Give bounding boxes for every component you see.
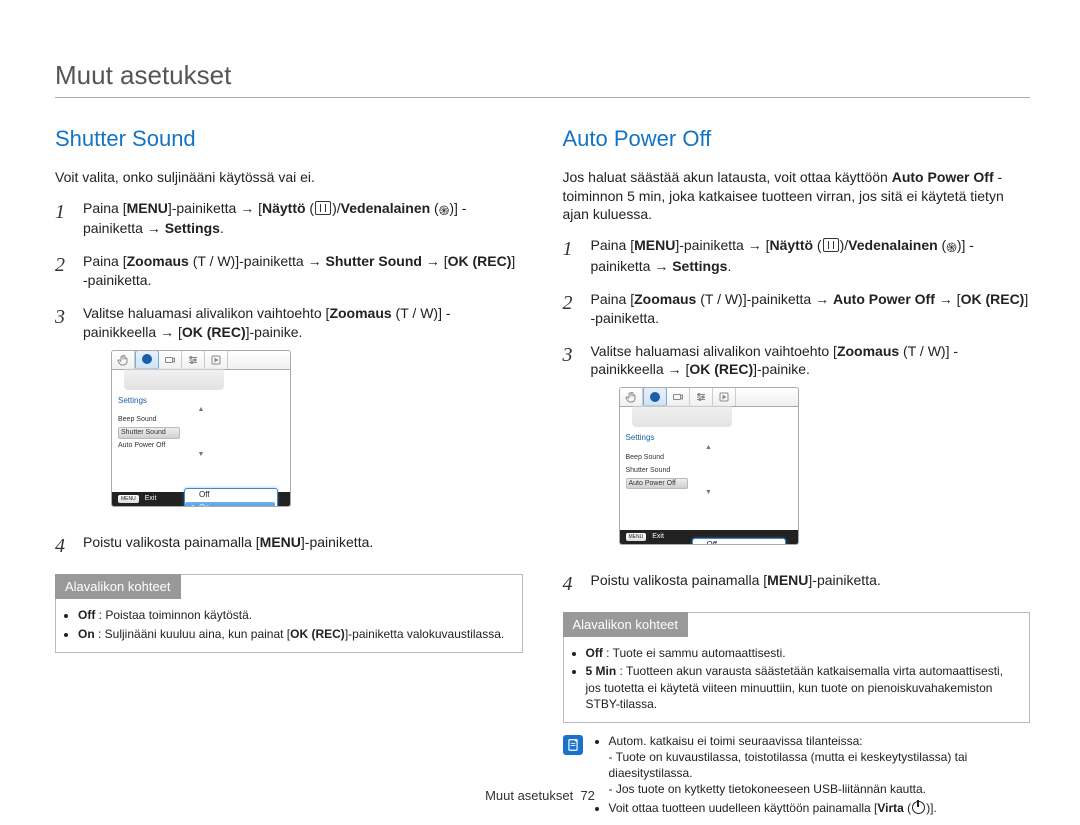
note-block: Autom. katkaisu ei toimi seuraavissa til…: [563, 733, 1031, 818]
shot-row-auto-power-off: Auto Power Off: [626, 478, 688, 489]
left-step-2: Paina [Zoomaus (T / W)]-painiketta → Shu…: [55, 252, 523, 290]
shot-tab-play-icon: [713, 388, 736, 406]
display-icon: [315, 201, 331, 215]
page-title: Muut asetukset: [55, 60, 1030, 91]
shot-menu-tag: MENU: [626, 533, 647, 541]
shot-menu-tag: MENU: [118, 495, 139, 503]
shot-exit-label: Exit: [145, 494, 157, 503]
shot-tab-hand-icon: [112, 351, 135, 369]
title-rule: [55, 97, 1030, 98]
page-footer: Muut asetukset 72: [0, 788, 1080, 803]
heading-shutter-sound: Shutter Sound: [55, 124, 523, 154]
intro-apo: Jos haluat säästää akun latausta, voit o…: [563, 168, 1031, 225]
shot-settings-label: Settings: [626, 431, 792, 445]
shot-option-popup: Off ✔5 Min▸: [692, 538, 786, 544]
shot-tab-slider-icon: [182, 351, 205, 369]
col-shutter-sound: Shutter Sound Voit valita, onko suljinää…: [55, 116, 523, 818]
shot-exit-label: Exit: [652, 532, 664, 541]
shot-down-arrow-icon: ▼: [626, 490, 792, 496]
shot-option-on: ✔On▸: [185, 502, 275, 506]
underwater-icon: ֍: [439, 202, 450, 220]
right-ui-screenshot: Settings ▲ Beep Sound Shutter Sound Auto…: [619, 387, 799, 544]
underwater-icon: ֍: [946, 239, 957, 257]
shot-row-shutter-sound: Shutter Sound: [118, 427, 180, 438]
heading-auto-power-off: Auto Power Off: [563, 124, 1031, 154]
submenu-heading: Alavalikon kohteet: [563, 612, 689, 638]
chevron-right-icon: ▸: [267, 503, 271, 506]
shot-tab-play-icon: [205, 351, 228, 369]
right-submenu-box: Alavalikon kohteet Off : Tuote ei sammu …: [563, 612, 1031, 723]
right-step-4: Poistu valikosta painamalla [MENU]-paini…: [563, 571, 1031, 598]
shot-settings-label: Settings: [118, 394, 284, 408]
shot-tab-hand-icon: [620, 388, 643, 406]
right-step-2: Paina [Zoomaus (T / W)]-painiketta → Aut…: [563, 290, 1031, 328]
submenu-heading: Alavalikon kohteet: [55, 574, 181, 600]
left-sub-off: Off : Poistaa toiminnon käytöstä.: [78, 607, 512, 623]
shot-tab-camera-icon: [159, 351, 182, 369]
left-sub-on: On : Suljinääni kuuluu aina, kun painat …: [78, 626, 512, 642]
shot-tab-slider-icon: [690, 388, 713, 406]
shot-tab-camera-icon: [667, 388, 690, 406]
shot-tab-globe-icon: [135, 350, 159, 369]
shot-tab-globe-icon: [643, 387, 667, 406]
right-step-3: Valitse haluamasi alivalikon vaihtoehto …: [563, 342, 1031, 557]
right-sub-5min: 5 Min : Tuotteen akun varausta säästetää…: [586, 663, 1020, 712]
left-step-3: Valitse haluamasi alivalikon vaihtoehto …: [55, 304, 523, 519]
col-auto-power-off: Auto Power Off Jos haluat säästää akun l…: [563, 116, 1031, 818]
left-ui-screenshot: Settings ▲ Beep Sound Shutter Sound Auto…: [111, 350, 291, 507]
left-submenu-box: Alavalikon kohteet Off : Poistaa toiminn…: [55, 574, 523, 653]
note-icon: [563, 735, 583, 755]
check-icon: ✔: [188, 503, 195, 506]
right-step-1: Paina [MENU]-painiketta → [Näyttö ()/Ved…: [563, 236, 1031, 275]
shot-option-popup: Off ✔On▸: [184, 488, 278, 506]
shot-down-arrow-icon: ▼: [118, 452, 284, 458]
intro-shutter: Voit valita, onko suljinääni käytössä va…: [55, 168, 523, 187]
left-step-4: Poistu valikosta painamalla [MENU]-paini…: [55, 533, 523, 560]
right-sub-off: Off : Tuote ei sammu automaattisesti.: [586, 645, 1020, 661]
page-number: 72: [580, 788, 594, 803]
display-icon: [823, 238, 839, 252]
left-step-1: Paina [MENU]-painiketta → [Näyttö ()/Ved…: [55, 199, 523, 238]
